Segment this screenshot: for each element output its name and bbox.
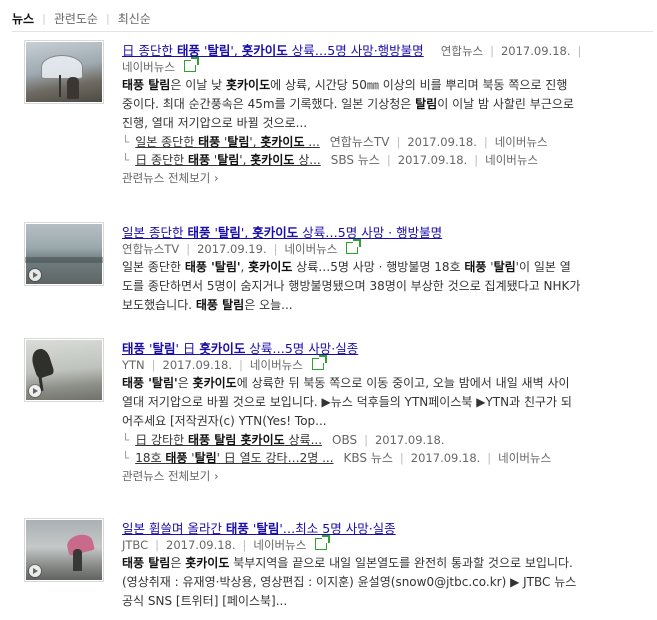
tab-latest[interactable]: 최신순 bbox=[118, 10, 151, 27]
news-thumbnail[interactable] bbox=[24, 338, 104, 402]
news-meta: JTBC | 2017.09.18. | 네이버뉴스 bbox=[122, 535, 654, 554]
news-description: 태풍 '탈림'은 홋카이도에 상륙한 뒤 북동 쪽으로 이동 중이고, 오늘 밤… bbox=[122, 376, 572, 428]
related-news-title[interactable]: 日 종단한 태풍 '탈림', 홋카이도 상... bbox=[135, 153, 320, 167]
news-thumbnail[interactable] bbox=[24, 518, 104, 582]
related-news-title[interactable]: 일본 종단한 태풍 '탈림', 홋카이도 ... bbox=[135, 135, 320, 149]
naver-news-link[interactable]: 네이버뉴스 bbox=[498, 451, 551, 465]
tree-branch-icon: └ bbox=[122, 433, 130, 447]
tree-branch-icon: └ bbox=[122, 451, 130, 465]
news-item: 태풍 '탈림' 日 홋카이도 상륙…5명 사망·실종 YTN | 2017.09.1… bbox=[24, 338, 654, 498]
tab-divider: | bbox=[42, 11, 46, 25]
news-item: 日 종단한 태풍 '탈림', 홋카이도 상륙…5명 사망·행방불명 연합뉴스 | 2… bbox=[24, 40, 654, 200]
news-description: 일본 종단한 태풍 '탈림', 홋카이도 상륙…5명 사망 · 행방불명 18호… bbox=[122, 260, 581, 312]
news-title[interactable]: 일본 휩쓸며 올라간 태풍 '탈림'…최소 5명 사망·실종 bbox=[122, 521, 396, 536]
news-description: 태풍 탈림은 홋카이도 북부지역을 끝으로 내일 일본열도를 완전히 통과할 것… bbox=[122, 556, 577, 608]
news-source[interactable]: YTN bbox=[122, 358, 145, 372]
news-title[interactable]: 일본 종단한 태풍 '탈림', 홋카이도 상륙…5명 사망 · 행방불명 bbox=[122, 225, 442, 240]
news-item: 일본 종단한 태풍 '탈림', 홋카이도 상륙…5명 사망 · 행방불명 연합뉴… bbox=[24, 222, 654, 322]
news-source[interactable]: JTBC bbox=[122, 538, 148, 552]
news-thumbnail[interactable] bbox=[24, 40, 104, 104]
related-news-item: └ 18호 태풍 '탈림' 日 열도 강타…2명 ... KBS 뉴스 | 2017.0… bbox=[122, 451, 552, 465]
related-news-date: 2017.09.18. bbox=[407, 135, 477, 149]
related-news-title[interactable]: 日 강타한 태풍 탈림 홋카이도 상륙... bbox=[135, 433, 322, 447]
tab-divider: | bbox=[105, 11, 110, 25]
news-date: 2017.09.19. bbox=[197, 242, 267, 256]
related-news-title[interactable]: 18호 태풍 '탈림' 日 열도 강타…2명 ... bbox=[135, 451, 333, 465]
news-thumbnail[interactable] bbox=[24, 222, 104, 286]
related-news-source[interactable]: KBS 뉴스 bbox=[344, 451, 393, 465]
play-icon bbox=[29, 565, 41, 577]
news-date: 2017.09.18. bbox=[500, 44, 571, 58]
play-icon bbox=[29, 269, 41, 281]
naver-news-link[interactable]: 네이버뉴스 bbox=[495, 135, 548, 149]
naver-news-link[interactable]: 네이버뉴스 bbox=[485, 153, 538, 167]
naver-news-link[interactable]: 네이버뉴스 bbox=[284, 242, 337, 256]
sort-tabs: 뉴스 | 관련도순 | 최신순 bbox=[12, 8, 159, 28]
tree-branch-icon: └ bbox=[122, 135, 130, 149]
play-icon bbox=[29, 385, 41, 397]
news-date: 2017.09.18. bbox=[166, 538, 236, 552]
news-meta: YTN | 2017.09.18. | 네이버뉴스 bbox=[122, 355, 654, 374]
news-source[interactable]: 연합뉴스 bbox=[441, 44, 483, 58]
news-title[interactable]: 태풍 '탈림' 日 홋카이도 상륙…5명 사망·실종 bbox=[122, 341, 358, 356]
share-icon[interactable] bbox=[183, 57, 199, 72]
related-news-item: └ 日 강타한 태풍 탈림 홋카이도 상륙... OBS | 2017.09.18. bbox=[122, 433, 445, 447]
news-meta-inline: 연합뉴스 | 2017.09.18. | bbox=[440, 44, 582, 58]
related-news-date: 2017.09.18. bbox=[374, 433, 445, 447]
share-icon[interactable] bbox=[315, 535, 331, 550]
news-meta: 네이버뉴스 bbox=[122, 57, 654, 76]
related-news-source[interactable]: 연합뉴스TV bbox=[330, 135, 390, 149]
tab-news[interactable]: 뉴스 bbox=[12, 10, 34, 27]
naver-news-link[interactable]: 네이버뉴스 bbox=[250, 358, 303, 372]
related-news-item: └ 일본 종단한 태풍 '탈림', 홋카이도 ... 연합뉴스TV | 2017.09.… bbox=[122, 135, 548, 149]
tab-relevance[interactable]: 관련도순 bbox=[54, 10, 98, 27]
naver-news-link[interactable]: 네이버뉴스 bbox=[253, 538, 306, 552]
tree-branch-icon: └ bbox=[122, 153, 130, 167]
related-news-source[interactable]: OBS bbox=[332, 433, 357, 447]
related-news-item: └ 日 종단한 태풍 '탈림', 홋카이도 상... SBS 뉴스 | 2017.09.… bbox=[122, 153, 539, 167]
news-meta: 연합뉴스TV | 2017.09.19. | 네이버뉴스 bbox=[122, 239, 654, 258]
news-description: 태풍 탈림은 이날 낮 홋카이도에 상륙, 시간당 50㎜ 이상의 비를 뿌리며… bbox=[122, 78, 574, 130]
related-news-date: 2017.09.18. bbox=[397, 153, 468, 167]
share-icon[interactable] bbox=[311, 355, 327, 370]
news-title[interactable]: 日 종단한 태풍 '탈림', 홋카이도 상륙…5명 사망·행방불명 bbox=[122, 43, 424, 58]
tabs-divider-line bbox=[12, 31, 653, 32]
news-item: 일본 휩쓸며 올라간 태풍 '탈림'…최소 5명 사망·실종 JTBC | 2017… bbox=[24, 518, 654, 618]
related-news-date: 2017.09.18. bbox=[410, 451, 481, 465]
related-news-more-link[interactable]: 관련뉴스 전체보기 bbox=[122, 467, 654, 485]
share-icon[interactable] bbox=[346, 239, 362, 254]
news-source[interactable]: 연합뉴스TV bbox=[122, 242, 179, 256]
news-date: 2017.09.18. bbox=[162, 358, 233, 372]
naver-news-link[interactable]: 네이버뉴스 bbox=[122, 60, 175, 74]
related-news-more-link[interactable]: 관련뉴스 전체보기 bbox=[122, 169, 654, 187]
related-news-source[interactable]: SBS 뉴스 bbox=[331, 153, 380, 167]
